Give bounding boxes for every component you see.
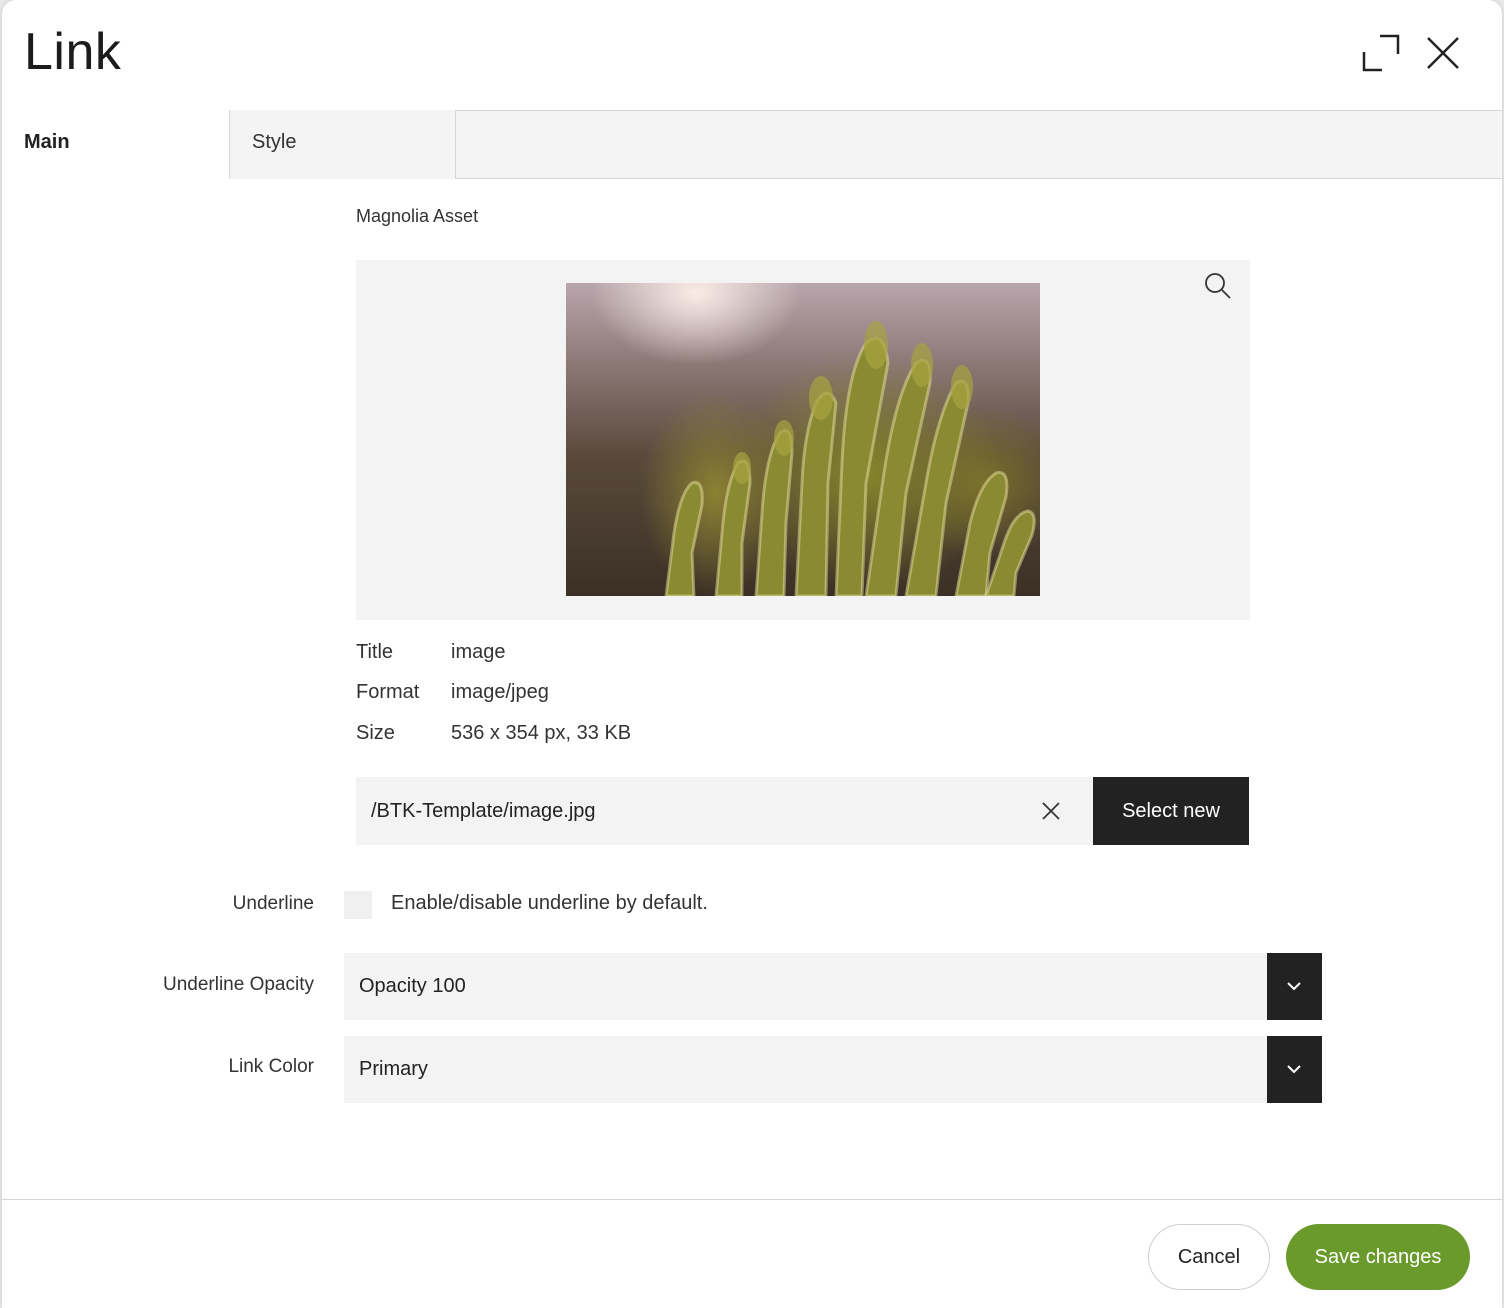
- cancel-button[interactable]: Cancel: [1148, 1224, 1270, 1290]
- link-dialog: Link Main Style Magnolia Asset Title ima…: [2, 0, 1502, 1308]
- meta-value: 536 x 354 px, 33 KB: [451, 722, 632, 744]
- close-icon[interactable]: [1037, 797, 1065, 825]
- asset-path-field[interactable]: /BTK-Template/image.jpg: [356, 777, 1093, 845]
- asset-image: [566, 283, 1040, 596]
- asset-preview: [356, 260, 1250, 620]
- footer-divider: [2, 1199, 1502, 1200]
- save-changes-button[interactable]: Save changes: [1286, 1224, 1470, 1290]
- asset-path-value: /BTK-Template/image.jpg: [371, 800, 596, 822]
- underline-label: Underline: [232, 893, 314, 914]
- underline-opacity-select[interactable]: Opacity 100: [344, 953, 1322, 1020]
- meta-value: image: [451, 641, 506, 663]
- underline-checkbox[interactable]: [344, 891, 372, 919]
- close-icon[interactable]: [1420, 30, 1466, 76]
- search-icon[interactable]: [1202, 270, 1234, 302]
- link-color-label: Link Color: [228, 1056, 314, 1077]
- expand-icon[interactable]: [1358, 30, 1404, 76]
- underline-description: Enable/disable underline by default.: [391, 892, 708, 914]
- select-new-button[interactable]: Select new: [1093, 777, 1249, 845]
- meta-title-row: Title image: [356, 641, 505, 664]
- chevron-down-icon[interactable]: [1267, 1036, 1322, 1103]
- meta-value: image/jpeg: [451, 681, 549, 703]
- tab-main[interactable]: Main: [2, 110, 229, 180]
- tab-bar: Main Style: [2, 110, 1502, 180]
- meta-key: Size: [356, 722, 395, 744]
- asset-label: Magnolia Asset: [356, 206, 479, 226]
- chevron-down-icon[interactable]: [1267, 953, 1322, 1020]
- underline-opacity-label: Underline Opacity: [162, 974, 314, 995]
- meta-format-row: Format image/jpeg: [356, 681, 549, 704]
- meta-key: Title: [356, 641, 394, 663]
- dialog-title: Link: [24, 23, 122, 81]
- link-color-select[interactable]: Primary: [344, 1036, 1322, 1103]
- meta-size-row: Size 536 x 354 px, 33 KB: [356, 722, 631, 745]
- link-color-value: Primary: [359, 1058, 428, 1080]
- dialog-header: Link: [2, 0, 1502, 110]
- meta-key: Format: [356, 681, 420, 703]
- underline-opacity-value: Opacity 100: [359, 975, 466, 997]
- tab-style[interactable]: Style: [229, 110, 456, 179]
